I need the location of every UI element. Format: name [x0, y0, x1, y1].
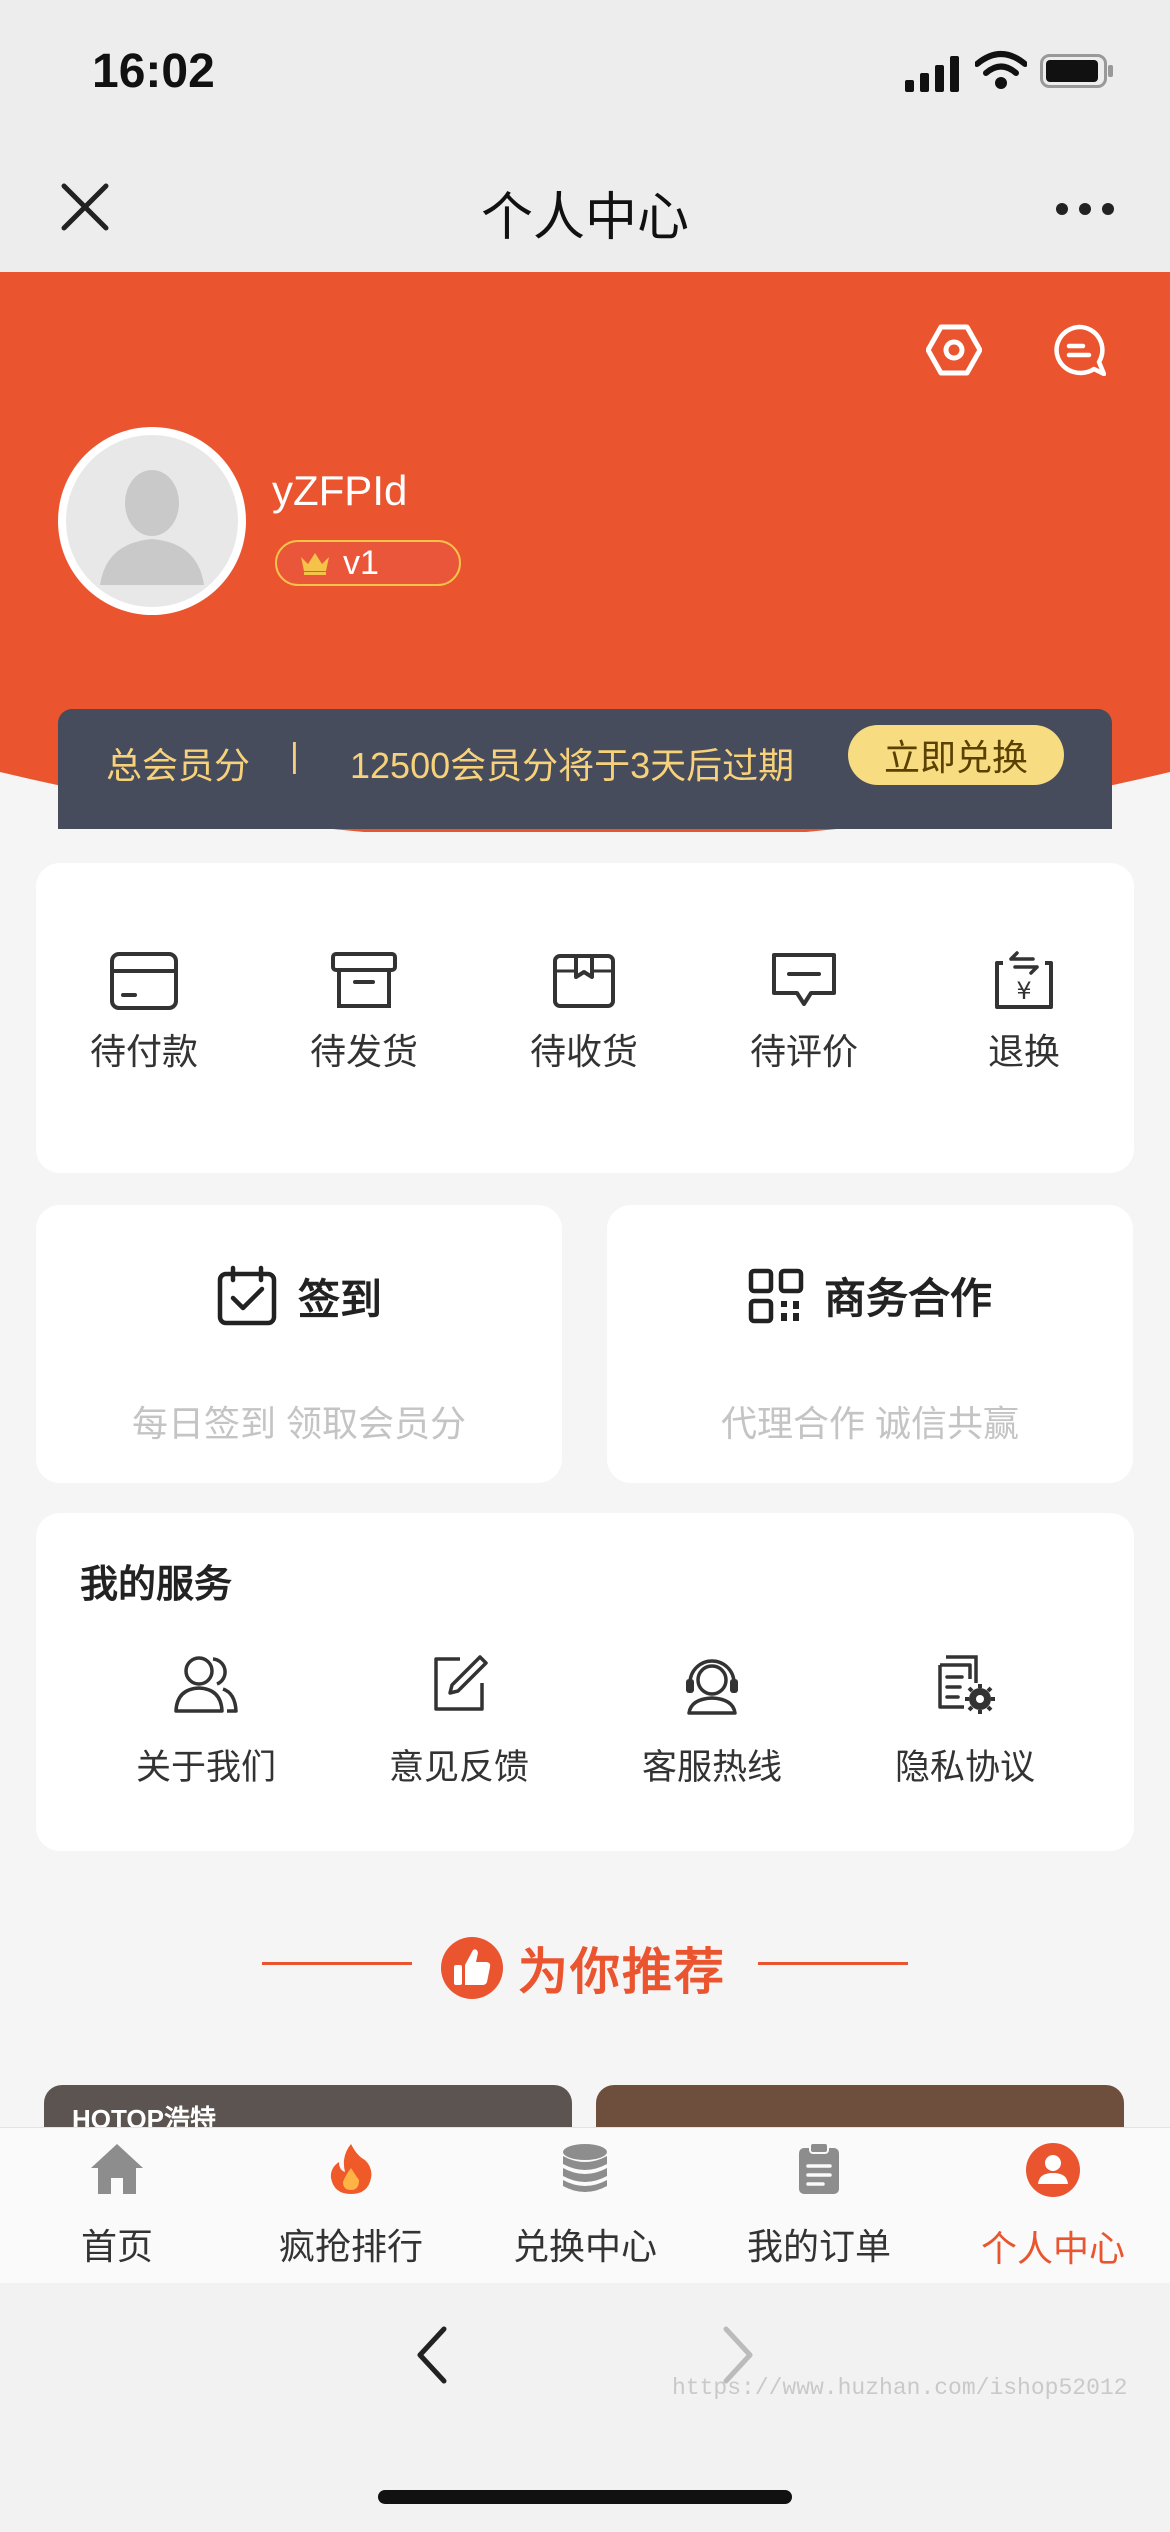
- fire-icon: [330, 2144, 372, 2194]
- tab-label: 兑换中心: [512, 2226, 657, 2267]
- avatar[interactable]: [58, 427, 246, 615]
- package-icon: [553, 954, 615, 1008]
- points-label: 总会员分: [106, 745, 251, 786]
- bottom-tab-bar: 首页 疯抢排行 兑换中心 我的订单 个人中心: [0, 2127, 1170, 2283]
- tab-label: 疯抢排行: [278, 2226, 423, 2267]
- order-item-label: 待收货: [529, 1031, 638, 1072]
- tab-label: 个人中心: [980, 2228, 1125, 2269]
- order-pending-receipt[interactable]: 待收货: [504, 951, 664, 1075]
- status-time: 16:02: [92, 45, 215, 98]
- order-pending-shipment[interactable]: 待发货: [284, 951, 444, 1075]
- points-bar: 总会员分 | 12500会员分将于3天后过期 立即兑换: [58, 709, 1112, 829]
- comment-icon: [772, 953, 836, 1006]
- order-item-label: 待评价: [749, 1031, 858, 1072]
- tab-personal-center[interactable]: 个人中心: [953, 2142, 1153, 2272]
- settings-icon[interactable]: [926, 324, 982, 376]
- recommend-divider-right: [758, 1962, 908, 1965]
- recommend-title-text: 为你推荐: [518, 1944, 726, 2000]
- tab-exchange-center[interactable]: 兑换中心: [485, 2142, 685, 2270]
- checkin-card[interactable]: 签到 每日签到 领取会员分: [36, 1205, 562, 1483]
- more-dots-icon[interactable]: [1055, 202, 1115, 216]
- coins-icon: [563, 2144, 607, 2192]
- order-status-card: 待付款 待发货 待收货 待评价 ¥ 退换: [36, 863, 1134, 1173]
- wallet-card-icon: [110, 952, 178, 1010]
- home-indicator[interactable]: [378, 2490, 792, 2504]
- watermark-text: https://www.huzhan.com/ishop52012: [672, 2375, 1128, 2401]
- redeem-now-button[interactable]: 立即兑换: [848, 725, 1064, 785]
- tab-label: 我的订单: [746, 2226, 891, 2267]
- tab-my-orders[interactable]: 我的订单: [719, 2142, 919, 2270]
- tab-home[interactable]: 首页: [17, 2142, 217, 2270]
- tab-hot-ranking[interactable]: 疯抢排行: [251, 2142, 451, 2270]
- avatar-placeholder-icon: [100, 470, 204, 585]
- crown-icon: [301, 553, 329, 575]
- back-arrow-icon[interactable]: [412, 2325, 452, 2385]
- order-pending-payment[interactable]: 待付款: [64, 951, 224, 1075]
- services-title: 我的服务: [80, 1564, 233, 1606]
- document-gear-icon: [938, 1655, 995, 1714]
- service-hotline[interactable]: 客服热线: [612, 1653, 812, 1790]
- product-brand: HOTOP浩特: [72, 2104, 216, 2130]
- page-title: 个人中心: [480, 189, 689, 247]
- service-feedback[interactable]: 意见反馈: [359, 1653, 559, 1790]
- signal-icon: [905, 56, 959, 92]
- service-label: 隐私协议: [894, 1748, 1035, 1787]
- order-item-label: 退换: [987, 1031, 1060, 1072]
- product-card[interactable]: HOTOP浩特: [44, 2085, 572, 2130]
- checkin-subtitle: 每日签到 领取会员分: [131, 1403, 466, 1444]
- refund-icon: ¥: [995, 951, 1053, 1009]
- order-pending-review[interactable]: 待评价: [724, 951, 884, 1075]
- points-separator: |: [290, 737, 299, 775]
- calendar-check-icon: [217, 1265, 277, 1326]
- business-subtitle: 代理合作 诚信共赢: [720, 1403, 1019, 1444]
- browser-toolbar: https://www.huzhan.com/ishop52012: [0, 2283, 1170, 2532]
- wifi-icon: [975, 51, 1027, 89]
- order-refund[interactable]: ¥ 退换: [944, 951, 1104, 1075]
- message-icon[interactable]: [1052, 324, 1106, 376]
- business-card[interactable]: 商务合作 代理合作 诚信共赢: [607, 1205, 1133, 1483]
- username: yZFPId: [272, 467, 408, 514]
- service-label: 客服热线: [641, 1748, 782, 1787]
- service-about-us[interactable]: 关于我们: [106, 1653, 306, 1790]
- service-label: 意见反馈: [388, 1748, 529, 1787]
- battery-icon: [1040, 54, 1113, 88]
- recommend-title: 为你推荐: [440, 1932, 726, 2004]
- order-item-label: 待付款: [89, 1031, 198, 1072]
- status-bar: 16:02: [0, 0, 1170, 140]
- clipboard-icon: [799, 2142, 839, 2194]
- level-text: v1: [343, 543, 379, 582]
- business-title: 商务合作: [823, 1275, 992, 1322]
- recommend-divider-left: [262, 1962, 412, 1965]
- svg-text:¥: ¥: [1016, 977, 1031, 1005]
- user-circle-icon: [1026, 2143, 1080, 2197]
- my-services-card: 我的服务 关于我们 意见反馈 客服热线 隐私协议: [36, 1513, 1134, 1851]
- nav-bar: 个人中心: [0, 140, 1170, 272]
- users-icon: [174, 1656, 238, 1713]
- service-label: 关于我们: [135, 1748, 276, 1787]
- checkin-title: 签到: [297, 1275, 382, 1323]
- headset-icon: [686, 1659, 738, 1715]
- level-badge: v1: [275, 540, 461, 586]
- thumbs-up-icon: [441, 1937, 503, 1999]
- tab-label: 首页: [80, 2226, 153, 2267]
- points-expire-text: 12500会员分将于3天后过期: [350, 745, 795, 786]
- order-item-label: 待发货: [309, 1031, 418, 1072]
- home-icon: [91, 2144, 143, 2194]
- qrcode-icon: [748, 1268, 804, 1323]
- product-card[interactable]: [596, 2085, 1124, 2130]
- edit-icon: [434, 1655, 488, 1711]
- service-privacy[interactable]: 隐私协议: [865, 1653, 1065, 1790]
- box-icon: [331, 952, 397, 1008]
